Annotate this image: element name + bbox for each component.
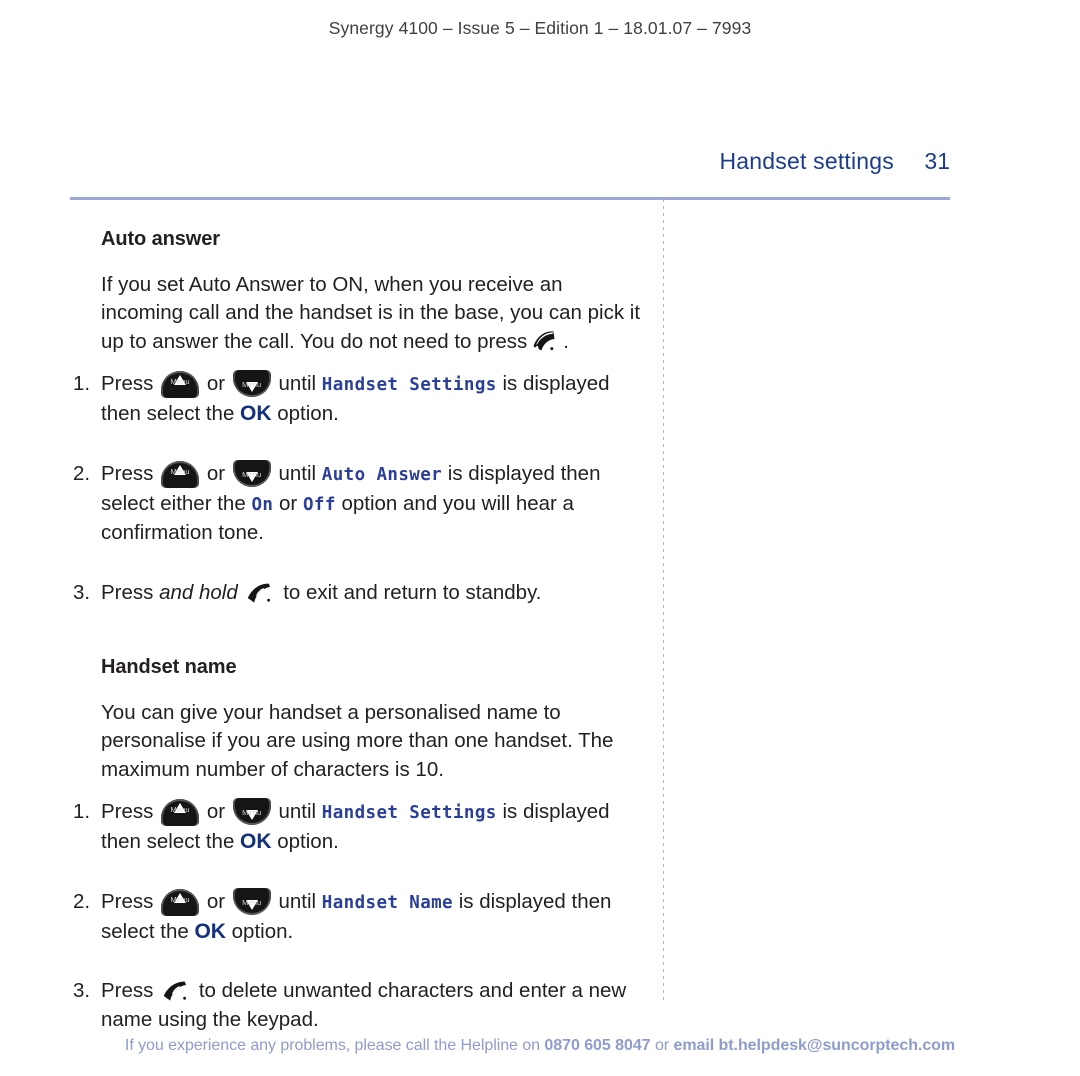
paragraph-auto-answer: If you set Auto Answer to ON, when you r…	[101, 271, 650, 356]
content-column: Auto answer If you set Auto Answer to ON…	[70, 228, 650, 1047]
step-item: 1. Press Menu or Menu until Handset Sett…	[70, 370, 650, 429]
ok-softkey-label: OK	[240, 830, 272, 854]
step-text: Press	[101, 372, 154, 396]
footer-email: email bt.helpdesk@suncorptech.com	[673, 1037, 956, 1054]
step-text: Press	[101, 581, 154, 605]
page-header: Handset settings 31	[70, 148, 950, 175]
step-text: until	[278, 461, 317, 485]
step-text: option.	[277, 402, 339, 426]
menu-down-key-icon: Menu	[232, 798, 271, 826]
step-item: 1. Press Menu or Menu until Handset Sett…	[70, 798, 650, 857]
step-text: Press	[101, 800, 154, 824]
menu-down-key-icon: Menu	[232, 370, 271, 398]
step-text: or	[206, 372, 226, 396]
talk-key-icon	[530, 329, 560, 355]
lcd-display-text: Handset Settings	[321, 375, 497, 396]
menu-down-key-icon: Menu	[232, 887, 271, 916]
section-title: Handset settings	[719, 148, 894, 174]
step-item: 2. Press Menu or Menu until Handset Name…	[70, 887, 650, 947]
menu-down-key-icon: Menu	[232, 459, 271, 488]
menu-up-key-label: Menu	[170, 377, 190, 387]
page-footer: If you experience any problems, please c…	[0, 1037, 1080, 1055]
paragraph-end: .	[563, 329, 569, 353]
step-text: Press	[101, 979, 154, 1003]
step-item: 3. Press and hold to exit and return to …	[70, 579, 650, 608]
footer-text-lead: If you experience any problems, please c…	[124, 1037, 540, 1054]
menu-up-key-icon: Menu	[161, 460, 200, 488]
menu-up-key-label: Menu	[170, 895, 190, 905]
menu-up-key-label: Menu	[170, 467, 190, 477]
step-item: 3. Press to delete unwanted characters a…	[70, 977, 650, 1035]
paragraph-tail: press	[477, 329, 528, 353]
running-head: Synergy 4100 – Issue 5 – Edition 1 – 18.…	[328, 18, 752, 38]
ok-softkey-label: OK	[240, 402, 272, 426]
lcd-display-text: Handset Settings	[321, 803, 497, 824]
step-number: 3.	[73, 581, 91, 605]
step-text: or	[206, 461, 226, 485]
menu-up-key-icon: Menu	[161, 888, 200, 916]
step-number: 1.	[73, 800, 91, 824]
column-divider	[663, 199, 664, 1003]
menu-up-key-label: Menu	[170, 805, 190, 815]
step-text: or	[206, 800, 226, 824]
lcd-option-off: Off	[302, 494, 336, 515]
steps-list-handset-name: 1. Press Menu or Menu until Handset Sett…	[70, 798, 650, 1035]
step-item: 2. Press Menu or Menu until Auto Answer …	[70, 459, 650, 548]
page-number: 31	[924, 148, 950, 174]
header-rule	[70, 197, 950, 200]
step-text: or	[206, 889, 226, 913]
end-call-key-icon	[246, 580, 274, 606]
step-emphasis: and hold	[159, 581, 238, 605]
step-number: 2.	[73, 461, 91, 485]
lcd-display-text: Handset Name	[321, 892, 453, 913]
step-number: 1.	[73, 372, 91, 396]
step-text: until	[278, 889, 317, 913]
steps-list-auto-answer: 1. Press Menu or Menu until Handset Sett…	[70, 370, 650, 608]
menu-up-key-icon: Menu	[161, 370, 200, 399]
step-text: option.	[231, 919, 294, 943]
end-call-key-icon	[162, 978, 190, 1004]
step-text: Press	[101, 461, 154, 485]
footer-text-or: or	[654, 1037, 670, 1054]
step-text: to exit and return to standby.	[283, 581, 542, 605]
footer-helpline-number: 0870 605 8047	[544, 1037, 651, 1054]
menu-down-key-label: Menu	[242, 897, 262, 907]
step-text: until	[278, 372, 317, 396]
paragraph-handset-name: You can give your handset a personalised…	[101, 701, 614, 781]
step-number: 2.	[73, 889, 91, 913]
section-heading-handset-name: Handset name	[101, 656, 237, 678]
menu-down-key-label: Menu	[242, 808, 262, 818]
lcd-display-text: Auto Answer	[321, 464, 443, 485]
step-text: until	[278, 800, 317, 824]
step-number: 3.	[73, 979, 91, 1003]
ok-softkey-label: OK	[194, 919, 226, 943]
menu-down-key-label: Menu	[242, 380, 262, 390]
menu-down-key-label: Menu	[242, 469, 262, 479]
menu-up-key-icon: Menu	[161, 798, 200, 827]
section-heading-auto-answer: Auto answer	[101, 228, 220, 250]
lcd-option-on: On	[251, 494, 274, 515]
step-text: option.	[277, 830, 339, 854]
step-text: Press	[101, 889, 154, 913]
step-text: or	[279, 491, 298, 515]
